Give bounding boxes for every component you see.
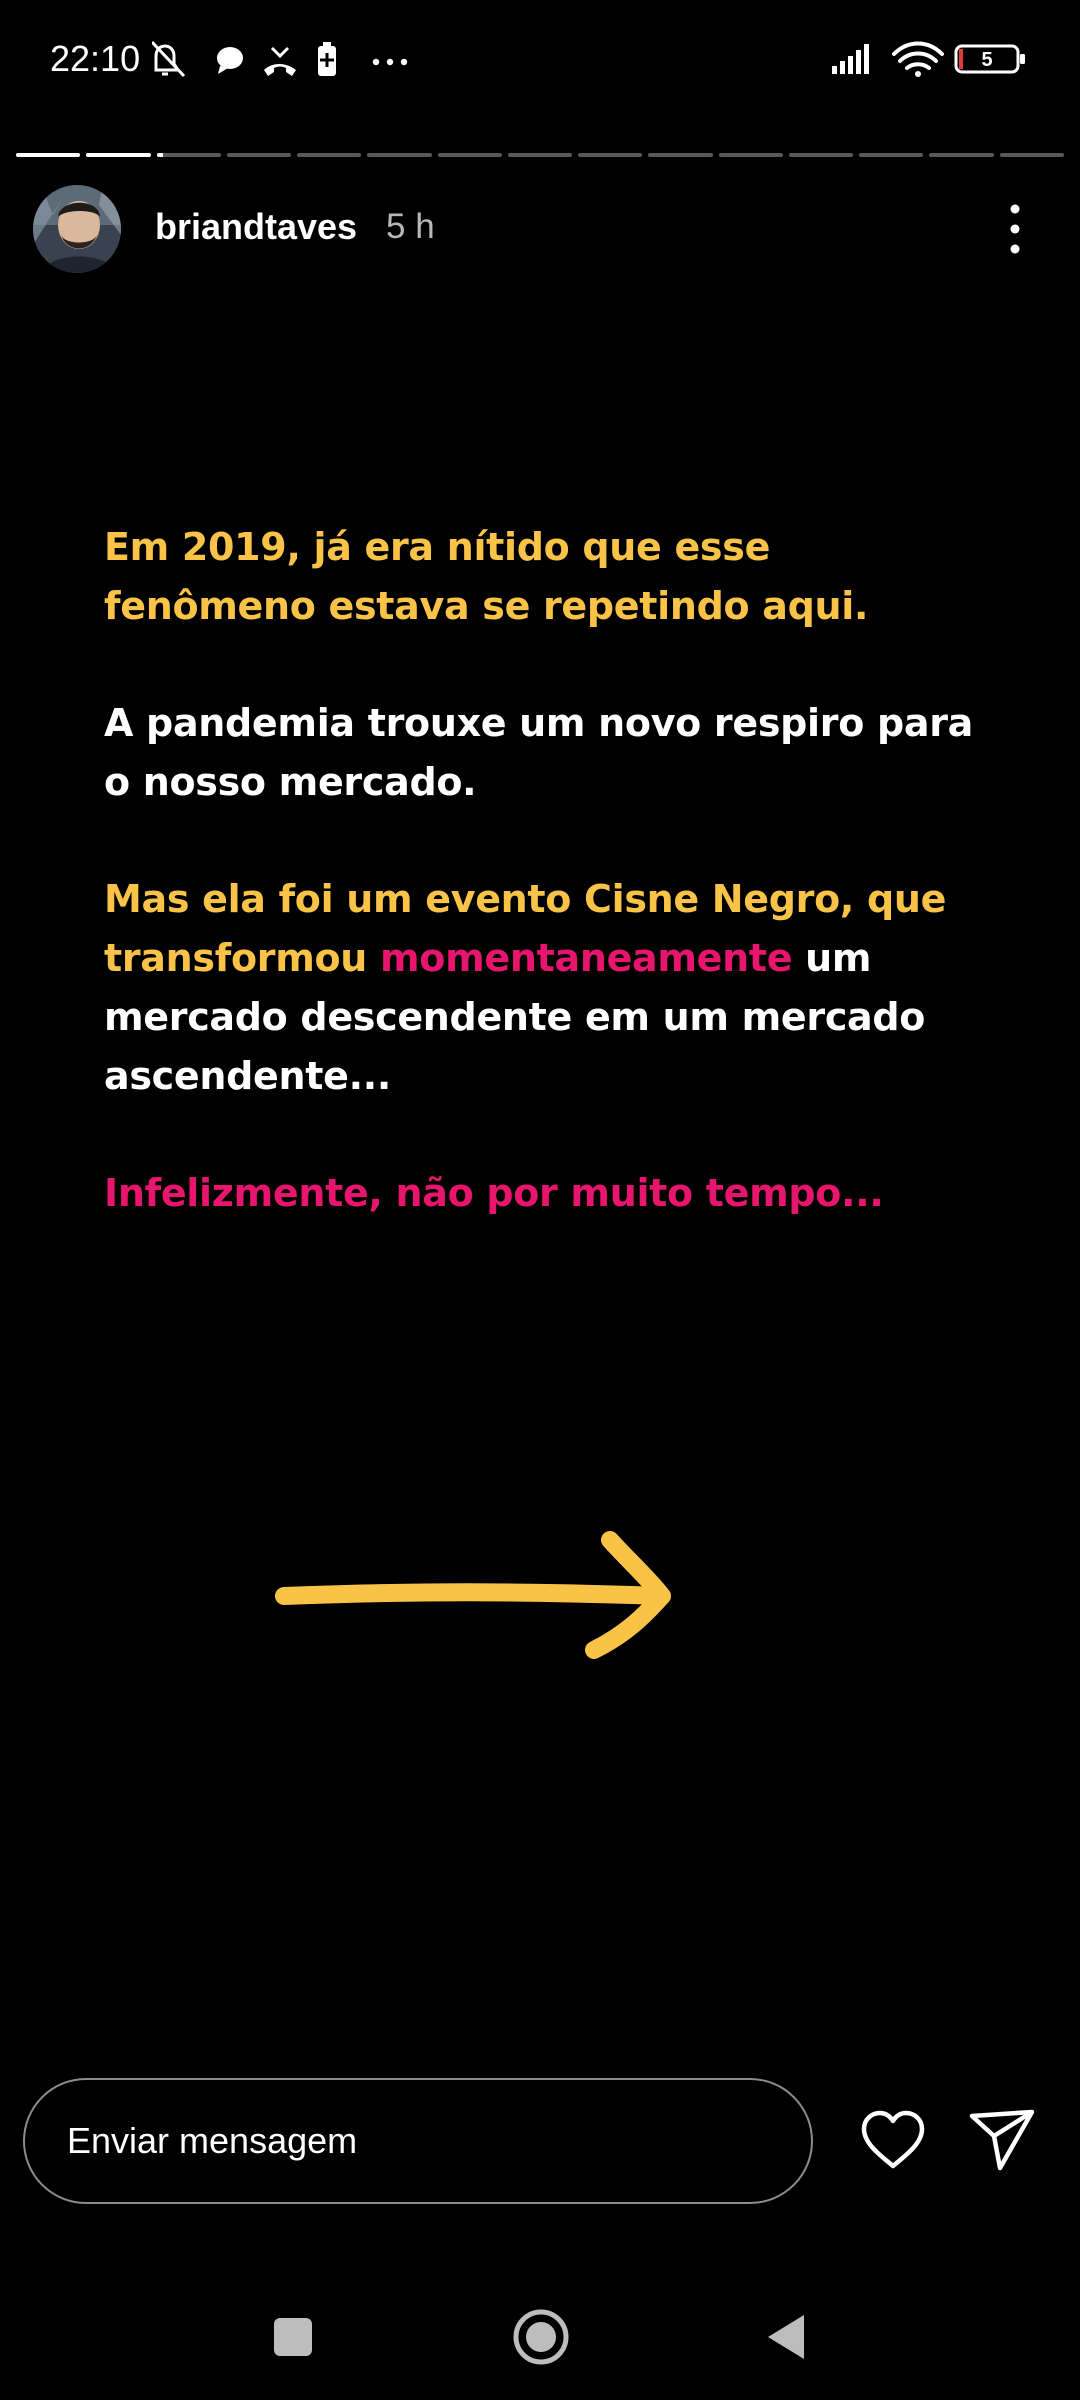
progress-segment bbox=[859, 153, 924, 157]
story-line: A pandemia trouxe um novo respiro para bbox=[104, 701, 973, 745]
back-icon bbox=[768, 2315, 804, 2359]
chat-bubble-icon bbox=[217, 47, 243, 74]
progress-segment bbox=[648, 153, 713, 157]
story-paragraph-1: Em 2019, já era nítido que esse fenômeno… bbox=[104, 518, 1004, 636]
story-text: Em 2019, já era nítido que esse fenômeno… bbox=[104, 518, 1004, 1281]
story-line: o nosso mercado. bbox=[104, 760, 477, 804]
home-icon bbox=[513, 2309, 569, 2365]
avatar[interactable] bbox=[33, 185, 121, 273]
story-text-segment: transformou bbox=[104, 936, 380, 980]
progress-segment bbox=[226, 153, 292, 157]
progress-segment bbox=[507, 153, 573, 157]
wifi-icon bbox=[892, 41, 944, 77]
heart-icon bbox=[861, 2110, 925, 2169]
more-vertical-icon bbox=[1010, 204, 1020, 254]
progress-segment bbox=[297, 153, 362, 157]
signal-icon bbox=[832, 44, 869, 74]
back-button[interactable] bbox=[760, 2310, 810, 2364]
progress-segment bbox=[718, 153, 783, 157]
story-line: Infelizmente, não por muito tempo... bbox=[104, 1171, 884, 1215]
status-bar: 22:10 5 bbox=[0, 0, 1080, 120]
status-time: 22:10 bbox=[50, 38, 141, 79]
mute-icon bbox=[152, 40, 186, 78]
send-button[interactable] bbox=[968, 2106, 1038, 2174]
story-paragraph-4: Infelizmente, não por muito tempo... bbox=[104, 1164, 1004, 1223]
story-line: ascendente... bbox=[104, 1054, 391, 1098]
recents-button[interactable] bbox=[268, 2312, 318, 2362]
story-line: Em 2019, já era nítido que esse bbox=[104, 525, 771, 569]
progress-segment bbox=[86, 153, 151, 157]
progress-segment bbox=[578, 153, 643, 157]
more-notifications-icon bbox=[372, 58, 408, 66]
progress-fill bbox=[86, 153, 151, 157]
progress-segment bbox=[156, 153, 221, 157]
story-text-highlight: momentaneamente bbox=[379, 936, 793, 980]
battery-level: 5 bbox=[981, 49, 992, 71]
notification-icons bbox=[152, 40, 408, 78]
story-line: mercado descendente em um mercado bbox=[104, 995, 926, 1039]
progress-fill bbox=[156, 153, 163, 157]
battery-saver-icon bbox=[318, 42, 336, 76]
arrow-right-icon bbox=[275, 1531, 671, 1659]
progress-segment bbox=[929, 153, 994, 157]
navigation-bar bbox=[0, 2280, 1080, 2400]
recents-icon bbox=[274, 2318, 312, 2356]
story-line: Mas ela foi um evento Cisne Negro, que bbox=[104, 877, 947, 921]
progress-segment bbox=[367, 153, 432, 157]
system-status-icons: 5 bbox=[832, 41, 1025, 77]
send-icon bbox=[969, 2109, 1035, 2171]
message-input[interactable] bbox=[23, 2078, 813, 2204]
story-line: transformou momentaneamente um bbox=[104, 929, 1004, 988]
progress-fill bbox=[16, 153, 81, 157]
progress-segment bbox=[16, 153, 81, 157]
story-time-ago: 5 h bbox=[386, 207, 435, 246]
more-options-button[interactable] bbox=[995, 194, 1035, 264]
story-line: fenômeno estava se repetindo aqui. bbox=[104, 584, 869, 628]
story-text-segment: um bbox=[792, 936, 872, 980]
avatar-image bbox=[33, 185, 121, 273]
story-paragraph-3: Mas ela foi um evento Cisne Negro, que t… bbox=[104, 870, 1004, 1106]
story-paragraph-2: A pandemia trouxe um novo respiro para o… bbox=[104, 694, 1004, 812]
progress-segment bbox=[437, 153, 502, 157]
story-header: briandtaves 5 h bbox=[0, 180, 1080, 280]
missed-call-icon bbox=[264, 46, 296, 76]
username[interactable]: briandtaves bbox=[155, 206, 357, 248]
home-button[interactable] bbox=[510, 2306, 572, 2368]
progress-segment bbox=[999, 153, 1064, 157]
story-progress bbox=[16, 153, 1064, 157]
like-button[interactable] bbox=[858, 2108, 928, 2172]
progress-segment bbox=[788, 153, 854, 157]
battery-icon: 5 bbox=[954, 44, 1025, 74]
